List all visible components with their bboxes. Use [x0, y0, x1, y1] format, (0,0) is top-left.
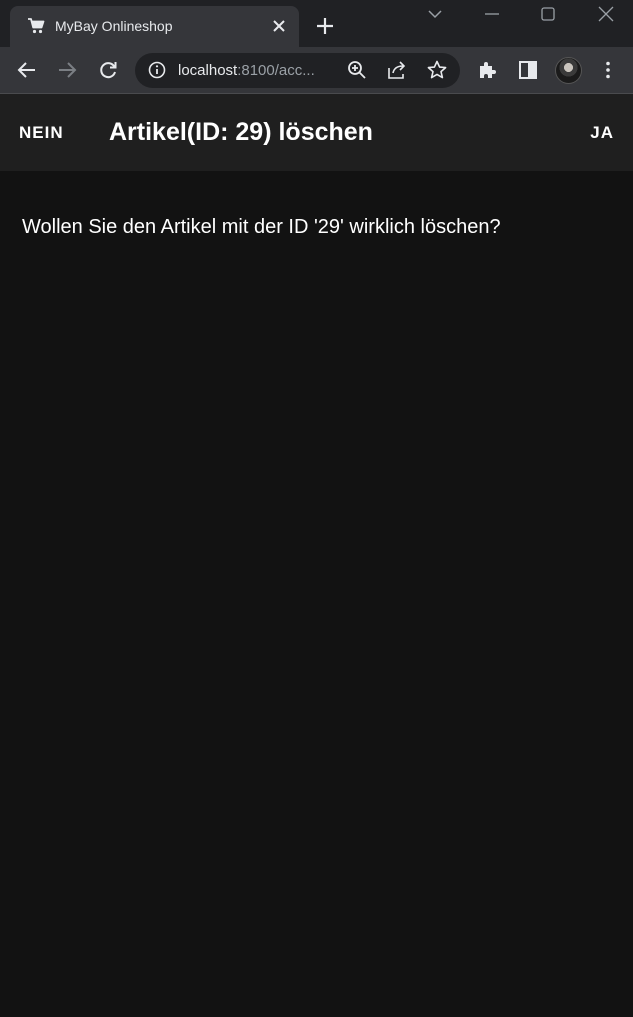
close-window-icon[interactable] [596, 6, 616, 22]
confirm-button[interactable]: JA [590, 94, 614, 171]
page-title: Artikel(ID: 29) löschen [109, 118, 373, 146]
tab-title: MyBay Onlineshop [55, 18, 173, 34]
shopping-cart-icon [28, 18, 45, 34]
extensions-puzzle-icon[interactable] [477, 59, 499, 81]
forward-arrow-icon[interactable] [56, 59, 78, 81]
minimize-window-icon[interactable] [482, 6, 502, 22]
browser-tabstrip: MyBay Onlineshop [0, 0, 633, 47]
url-host: localhost [178, 62, 238, 79]
cancel-button[interactable]: NEIN [19, 94, 64, 171]
zoom-icon[interactable] [346, 59, 368, 81]
side-panel-icon[interactable] [517, 59, 539, 81]
more-menu-icon[interactable] [597, 59, 619, 81]
new-tab-icon[interactable] [315, 16, 335, 36]
profile-avatar[interactable] [555, 57, 582, 84]
bookmark-star-icon[interactable] [426, 59, 448, 81]
address-bar[interactable]: localhost:8100/acc... [135, 53, 460, 88]
url-path: :8100/acc... [237, 62, 315, 79]
tab-search-chevron-icon[interactable] [425, 6, 445, 22]
browser-tab[interactable]: MyBay Onlineshop [10, 6, 299, 47]
confirmation-message: Wollen Sie den Artikel mit der ID '29' w… [22, 216, 501, 238]
site-info-icon[interactable] [147, 60, 167, 80]
reload-icon[interactable] [97, 59, 119, 81]
app-header: NEIN Artikel(ID: 29) löschen JA [0, 94, 633, 171]
close-tab-icon[interactable] [270, 17, 288, 35]
url-text: localhost:8100/acc... [178, 62, 315, 79]
browser-toolbar: localhost:8100/acc... [0, 47, 633, 93]
page-content: Wollen Sie den Artikel mit der ID '29' w… [0, 171, 633, 1017]
share-icon[interactable] [386, 59, 408, 81]
maximize-window-icon[interactable] [538, 6, 558, 22]
back-arrow-icon[interactable] [16, 59, 38, 81]
